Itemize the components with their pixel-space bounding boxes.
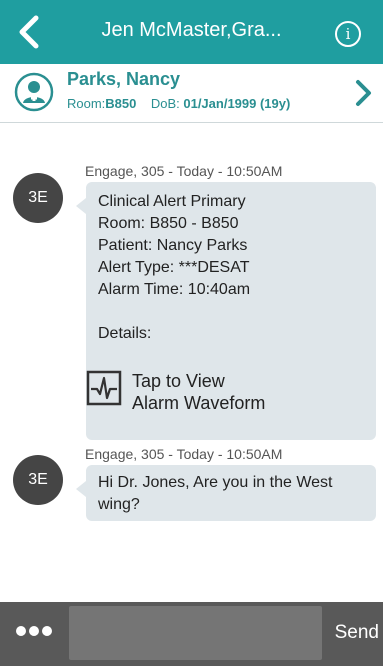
message-meta: Engage, 305 - Today - 10:50AM	[85, 163, 283, 179]
patient-details: Room:B850 DoB: 01/Jan/1999 (19y)	[67, 96, 290, 111]
patient-name: Parks, Nancy	[67, 69, 181, 89]
chevron-left-icon[interactable]	[12, 14, 48, 50]
message-line: wing?	[98, 496, 140, 513]
sender-avatar: 3E	[13, 173, 63, 223]
conversation-title: Jen McMaster,Gra...	[101, 19, 282, 41]
top-bar: Jen McMaster,Gra... i	[0, 0, 383, 64]
message-input[interactable]	[69, 606, 322, 660]
sender-avatar: 3E	[13, 455, 63, 505]
room-value: B850	[105, 96, 137, 111]
message-line: Alert Type: ***DESAT	[98, 259, 250, 276]
patient-avatar-icon	[14, 72, 54, 112]
room-label: Room:	[67, 96, 106, 111]
waveform-icon	[86, 370, 122, 406]
dob-value: 01/Jan/1999 (19y)	[183, 96, 291, 111]
message-line: Clinical Alert Primary	[98, 193, 246, 210]
composer-bar: Send	[0, 602, 383, 666]
info-icon[interactable]: i	[335, 21, 361, 47]
message-line: Room: B850 - B850	[98, 215, 239, 232]
dob-label: DoB:	[150, 96, 180, 111]
message-line: Patient: Nancy Parks	[98, 237, 248, 254]
send-button[interactable]: Send	[335, 622, 379, 644]
chevron-right-icon[interactable]	[353, 79, 373, 107]
message-line: Hi Dr. Jones, Are you in the West	[98, 474, 333, 491]
waveform-link-line2: Alarm Waveform	[132, 393, 266, 413]
message-bubble[interactable]: Hi Dr. Jones, Are you in the West wing?	[76, 465, 376, 521]
message-bubble[interactable]: Clinical Alert Primary Room: B850 - B850…	[76, 182, 376, 440]
message-line: Alarm Time: 10:40am	[98, 281, 251, 298]
message-line: Details:	[98, 325, 152, 342]
message-line	[98, 301, 364, 323]
waveform-link-line1: Tap to View	[132, 371, 225, 391]
more-dots-icon[interactable]	[16, 626, 52, 636]
message-meta: Engage, 305 - Today - 10:50AM	[85, 446, 283, 462]
view-waveform-link[interactable]: Tap to View Alarm Waveform	[86, 370, 265, 414]
patient-banner[interactable]: Parks, Nancy Room:B850 DoB: 01/Jan/1999 …	[0, 64, 383, 123]
